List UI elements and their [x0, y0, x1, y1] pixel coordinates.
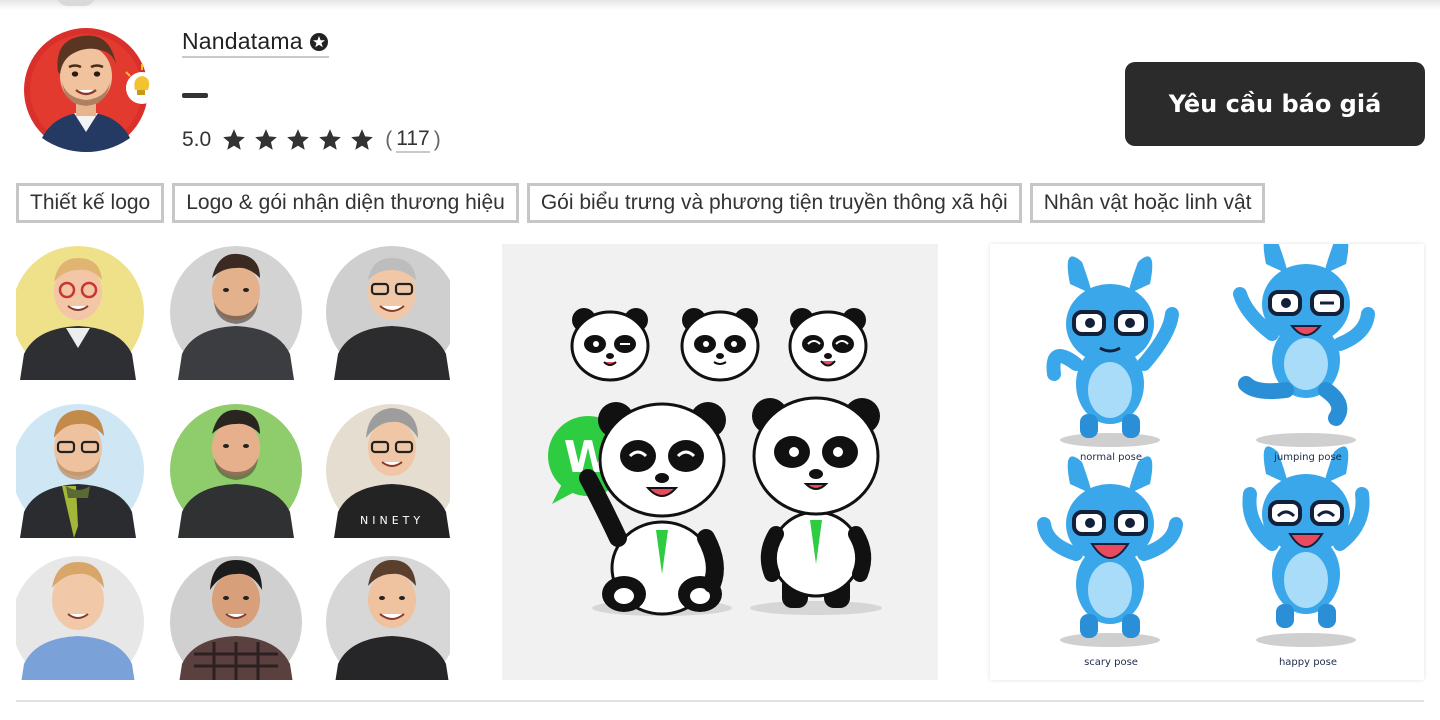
tag-logo-social-media[interactable]: Gói biểu trưng và phương tiện truyền thô…	[526, 183, 1022, 223]
designer-name: Nandatama	[182, 28, 303, 54]
panda-sitting	[579, 402, 732, 616]
designer-name-link[interactable]: Nandatama	[182, 28, 329, 58]
paren-open: (	[385, 128, 393, 151]
portrait-2	[170, 246, 302, 380]
portrait-3	[326, 246, 450, 380]
pose-label-normal: normal pose	[1079, 452, 1143, 463]
panda-standing	[750, 396, 882, 615]
designer-avatar[interactable]	[24, 16, 152, 152]
panda-head-3	[788, 308, 868, 382]
portfolio-card-portraits[interactable]: NINETY	[16, 244, 450, 680]
request-quote-button[interactable]: Yêu cầu báo giá	[1125, 62, 1425, 146]
category-tags: Thiết kế logo Logo & gói nhận diện thươn…	[16, 183, 1266, 223]
tag-character-mascot[interactable]: Nhân vật hoặc linh vật	[1029, 183, 1266, 223]
panda-head-1	[570, 308, 650, 382]
portrait-8	[170, 556, 302, 680]
portrait-6: NINETY	[326, 404, 450, 538]
star-icon	[287, 129, 310, 150]
rating-row: 5.0 ( 117 )	[182, 124, 441, 156]
star-icon	[223, 129, 246, 150]
pose-label-happy: happy pose	[1278, 657, 1338, 668]
portfolio-card-mascot-poses[interactable]: normal pose jumping pose scary pose happ…	[990, 244, 1424, 680]
monster-normal	[1046, 256, 1179, 447]
panda-image: W	[548, 308, 882, 616]
tag-logo-brand-identity[interactable]: Logo & gói nhận diện thương hiệu	[172, 183, 519, 223]
monster-scary	[1037, 456, 1183, 647]
portrait-7	[16, 556, 144, 680]
portraits-image: NINETY	[16, 246, 450, 680]
review-count-link[interactable]: 117	[396, 127, 430, 153]
monster-happy	[1242, 446, 1370, 647]
designer-level-dash	[182, 93, 208, 98]
star-icon	[351, 129, 374, 150]
tag-logo-design[interactable]: Thiết kế logo	[16, 183, 165, 223]
portrait-1	[16, 246, 144, 380]
shirt-text: NINETY	[360, 514, 424, 527]
panda-head-2	[680, 308, 760, 382]
section-divider	[16, 700, 1424, 702]
pose-label-scary: scary pose	[1084, 657, 1138, 668]
verified-badge-icon	[309, 32, 328, 51]
portrait-9	[326, 556, 450, 680]
star-rating	[221, 127, 375, 153]
star-icon	[255, 129, 278, 150]
monster-jumping	[1233, 244, 1375, 447]
portrait-5	[170, 404, 302, 538]
paren-close: )	[433, 128, 441, 151]
pose-label-jumping: jumping pose	[1274, 452, 1342, 463]
portrait-4	[16, 404, 144, 538]
portfolio-card-panda[interactable]: W	[502, 244, 938, 680]
star-icon	[319, 129, 342, 150]
rating-value: 5.0	[182, 128, 212, 151]
top-shadow	[0, 0, 1440, 10]
